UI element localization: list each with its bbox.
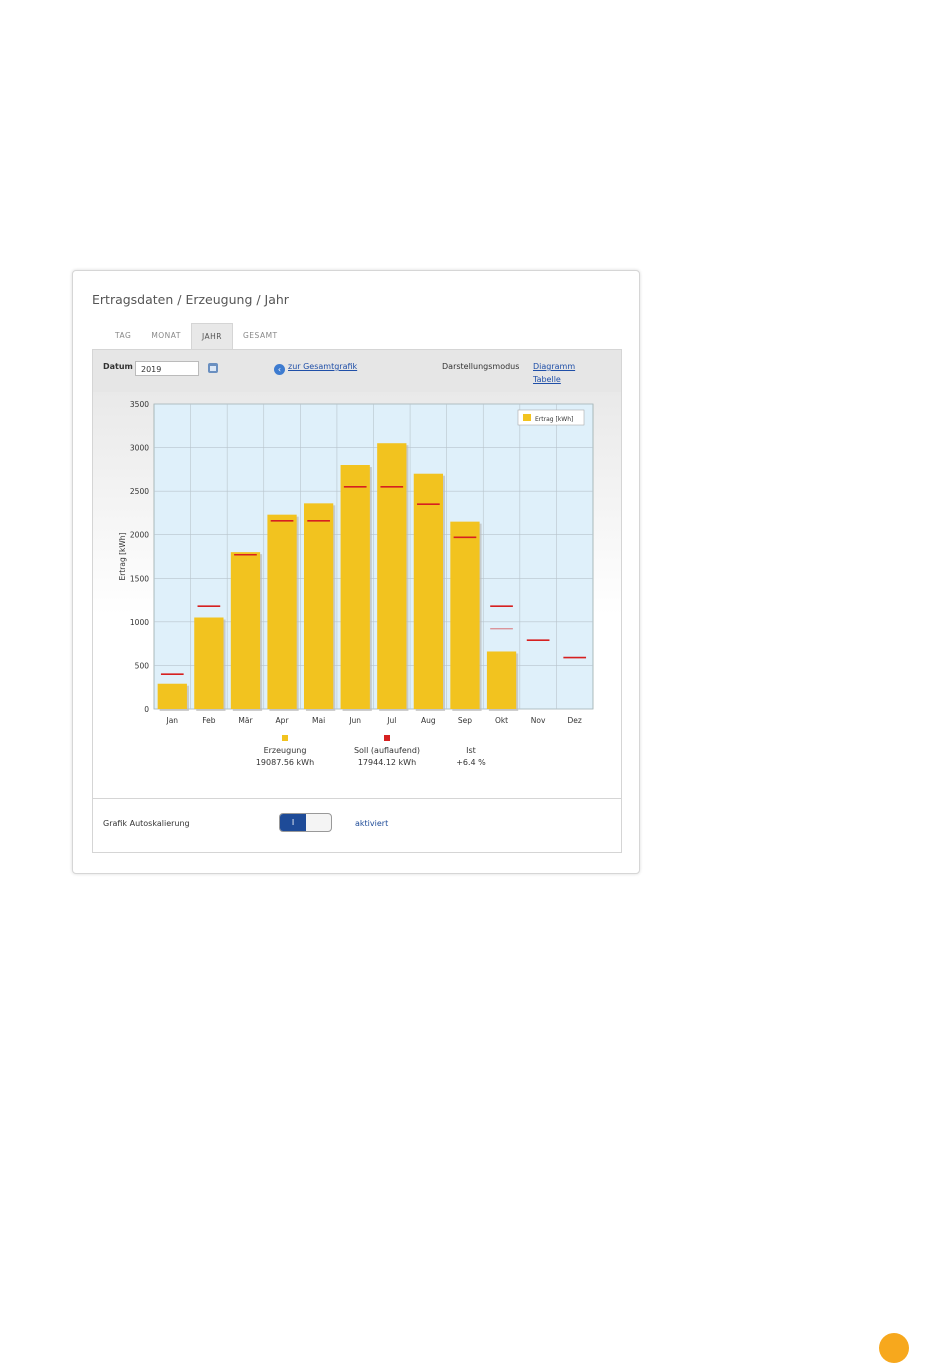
legend-label: Ertrag [kWh] [535, 416, 573, 423]
y-tick-label: 3500 [130, 400, 149, 409]
page-title: Ertragsdaten / Erzeugung / Jahr [92, 292, 289, 307]
chart-area: 0 500 1000 1500 2000 2500 3000 3500 Jan Feb Mär Apr… [93, 392, 621, 799]
tab-bar: TAG MONAT JAHR GESAMT [105, 323, 288, 349]
summary-value: +6.4 % [456, 758, 486, 767]
summary-label: Ist [466, 746, 476, 755]
table-mode-link[interactable]: Tabelle [533, 375, 561, 384]
x-tick-label: Jun [348, 716, 361, 725]
toggle-on-indicator: I [280, 814, 306, 831]
bar-Feb [194, 617, 224, 709]
x-tick-label: Sep [458, 716, 472, 725]
x-tick-label: Okt [495, 716, 508, 725]
bar-Mai [303, 503, 334, 709]
bar-Sep [450, 521, 480, 709]
y-tick-label: 1500 [130, 574, 149, 583]
summary-swatch [282, 735, 288, 741]
y-tick-label: 500 [135, 661, 150, 670]
y-axis-label: Ertrag [kWh] [118, 532, 127, 580]
bar-Jan [157, 683, 187, 709]
y-tick-label: 3000 [130, 444, 149, 453]
summary-swatch [384, 735, 390, 741]
y-tick-label: 1000 [130, 618, 149, 627]
date-field[interactable]: 2019 [135, 361, 199, 376]
x-tick-label: Jul [386, 716, 396, 725]
bar-Jun [340, 465, 370, 709]
calendar-icon[interactable] [208, 363, 218, 373]
x-tick-label: Aug [421, 716, 436, 725]
summary-value: 19087.56 kWh [256, 758, 314, 767]
tab-jahr[interactable]: JAHR [190, 323, 233, 349]
content-frame: Datum 2019 ‹ zur Gesamtgrafik Darstellun… [92, 349, 622, 853]
y-tick-label: 0 [144, 705, 149, 714]
display-mode-label: Darstellungsmodus [442, 362, 520, 371]
toolbar: Datum 2019 ‹ zur Gesamtgrafik Darstellun… [93, 350, 621, 393]
y-tick-label: 2500 [130, 487, 149, 496]
bar-Jul [377, 443, 407, 709]
back-arrow-icon[interactable]: ‹ [274, 364, 285, 375]
yield-chart: 0 500 1000 1500 2000 2500 3000 3500 Jan Feb Mär Apr… [118, 400, 594, 767]
bar-Mär [230, 552, 261, 709]
bar-Aug [413, 473, 444, 709]
legend-swatch [523, 414, 531, 421]
date-label: Datum [103, 362, 133, 371]
x-tick-label: Apr [276, 716, 290, 725]
bar-Okt [486, 651, 517, 709]
tab-gesamt[interactable]: GESAMT [233, 323, 288, 349]
autoscale-status: aktiviert [355, 819, 389, 828]
autoscale-toggle[interactable]: I [279, 813, 332, 832]
x-tick-label: Feb [202, 716, 216, 725]
tab-monat[interactable]: MONAT [141, 323, 191, 349]
summary-label: Soll (auflaufend) [354, 746, 420, 755]
x-tick-label: Mai [312, 716, 325, 725]
x-tick-label: Mär [238, 716, 253, 725]
x-tick-label: Dez [568, 716, 582, 725]
diagram-mode-link[interactable]: Diagramm [533, 362, 575, 371]
x-tick-label: Jan [166, 716, 179, 725]
autoscale-label: Grafik Autoskalierung [103, 819, 190, 828]
summary-value: 17944.12 kWh [358, 758, 416, 767]
page-marker [879, 1333, 909, 1363]
yield-panel: Ertragsdaten / Erzeugung / Jahr TAG MONA… [72, 270, 640, 874]
y-tick-label: 2000 [130, 531, 149, 540]
bar-Apr [267, 514, 297, 709]
total-chart-link[interactable]: zur Gesamtgrafik [288, 362, 357, 371]
summary-label: Erzeugung [264, 746, 307, 755]
x-tick-label: Nov [531, 716, 546, 725]
tab-tag[interactable]: TAG [105, 323, 141, 349]
